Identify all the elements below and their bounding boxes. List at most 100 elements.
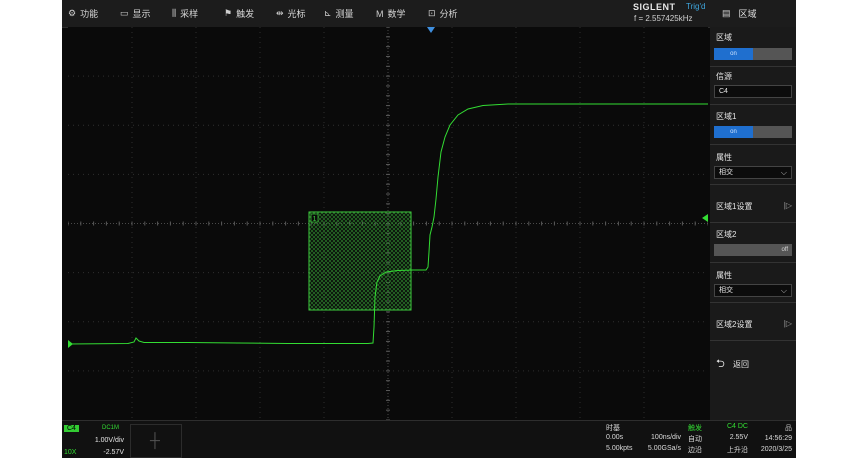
panel-header: ▤ 区域: [710, 0, 796, 27]
gear-icon: ⚙: [68, 8, 77, 18]
zone-settings-panel: 区域 on 信源 C4 区域1 on 属性 相交 ⌵ 区域1设置 |▷ 区域2 …: [710, 27, 796, 420]
zone1-settings-section[interactable]: 区域1设置 |▷: [710, 185, 796, 223]
channel-scale: 1.00V/div: [94, 437, 124, 444]
trigger-level: 2.55V: [729, 434, 748, 441]
channel-offset: -2.57V: [103, 449, 124, 456]
clock-info: 品 14:56:29 2020/3/25: [752, 423, 796, 457]
trigger-info[interactable]: 触发 C4 DC 自动 2.55V 边沿 上升沿: [684, 423, 750, 457]
chevron-down-icon: ⌵: [780, 286, 787, 295]
menu-math[interactable]: M 数学: [376, 0, 406, 27]
channel-coupling: DC1M: [102, 425, 120, 431]
bottom-status-bar: C4 DC1M 1.00V/div 10X -2.57V ┼ 时基 0.00s …: [62, 420, 796, 458]
zone1-label: 区域1: [716, 112, 737, 121]
zone2-attr-select[interactable]: 相交 ⌵: [714, 284, 792, 297]
waveform-graticule: 1: [68, 27, 708, 420]
timebase-title: 时基: [606, 425, 620, 432]
source-section: 信源 C4: [710, 67, 796, 105]
trigger-title: 触发: [688, 425, 702, 432]
zone2-label: 区域2: [716, 230, 737, 239]
zone1-attr-value: 相交: [719, 169, 733, 176]
analysis-icon: ⊡: [428, 8, 436, 18]
trigger-flag-icon: ⚑: [224, 8, 233, 18]
return-arrow-icon: ⮌: [716, 358, 725, 370]
menu-trigger[interactable]: ⚑ 触发: [224, 0, 254, 27]
chevron-right-icon: |▷: [783, 201, 792, 210]
zone1-settings-label: 区域1设置: [716, 202, 753, 211]
menu-label: 测量: [335, 9, 354, 19]
zone2-section: 区域2 off: [710, 223, 796, 263]
menu-utility[interactable]: ⚙ 功能: [68, 0, 98, 27]
acquire-icon: ⫼: [172, 8, 177, 18]
brand-status: SIGLENT Trig'd f = 2.557425kHz: [630, 2, 710, 26]
menu-label: 数学: [387, 9, 406, 19]
zone-label: 区域: [716, 33, 732, 42]
math-icon: M: [376, 8, 384, 19]
zone-toggle-state: on: [714, 48, 753, 60]
zone2-settings-section[interactable]: 区域2设置 |▷: [710, 303, 796, 341]
frequency-readout: f = 2.557425kHz: [634, 14, 693, 23]
zone2-toggle[interactable]: off: [714, 244, 792, 256]
panel-title: 区域: [738, 9, 757, 19]
zone1-box[interactable]: [308, 211, 412, 311]
menu-label: 显示: [132, 9, 151, 19]
menu-label: 光标: [287, 9, 306, 19]
zone-toggle[interactable]: on: [714, 48, 792, 60]
menu-label: 分析: [439, 9, 458, 19]
probe-ratio: 10X: [64, 449, 77, 456]
menu-label: 采样: [180, 9, 199, 19]
zone2-settings-button[interactable]: 区域2设置 |▷: [716, 319, 792, 330]
menu-display[interactable]: ▭ 显示: [120, 0, 151, 27]
brand-name: SIGLENT: [633, 2, 676, 12]
zone2-attr-section: 属性 相交 ⌵: [710, 263, 796, 303]
source-label: 信源: [716, 72, 732, 81]
channel-tag: C4: [64, 425, 79, 432]
zone1-section: 区域1 on: [710, 105, 796, 145]
menu-cursor[interactable]: ⇹ 光标: [276, 0, 306, 27]
network-icon: 品: [785, 425, 792, 432]
zone1-settings-button[interactable]: 区域1设置 |▷: [716, 201, 792, 212]
zone1-attr-section: 属性 相交 ⌵: [710, 145, 796, 185]
timebase-delay: 0.00s: [606, 434, 624, 441]
channel-c4-info[interactable]: C4 DC1M 1.00V/div 10X -2.57V: [64, 424, 124, 456]
zone1-attr-label: 属性: [716, 153, 732, 162]
menu-acquire[interactable]: ⫼ 采样: [172, 0, 198, 27]
zone2-attr-value: 相交: [719, 287, 733, 294]
menu-label: 触发: [236, 9, 255, 19]
display-icon: ▭: [120, 8, 129, 18]
zone-section: 区域 on: [710, 27, 796, 67]
zone2-attr-label: 属性: [716, 271, 732, 280]
oscilloscope-screen: ⚙ 功能 ▭ 显示 ⫼ 采样 ⚑ 触发 ⇹ 光标 ⊾ 测量 M 数学 ⊡ 分析: [62, 0, 796, 458]
zone1-toggle[interactable]: on: [714, 126, 792, 138]
trigger-slope: 上升沿: [727, 447, 748, 454]
zone1-label: 1: [313, 216, 317, 223]
source-select[interactable]: C4: [714, 85, 792, 98]
trigger-type: 边沿: [688, 447, 702, 454]
zone2-toggle-state: off: [781, 247, 788, 253]
top-menu-bar: ⚙ 功能 ▭ 显示 ⫼ 采样 ⚑ 触发 ⇹ 光标 ⊾ 测量 M 数学 ⊡ 分析: [62, 0, 796, 28]
chevron-right-icon: |▷: [783, 319, 792, 328]
sample-rate: 5.00GSa/s: [647, 445, 681, 452]
measure-icon: ⊾: [324, 8, 332, 18]
clock-time: 14:56:29: [764, 435, 792, 442]
back-section[interactable]: ⮌ 返回: [710, 341, 796, 381]
timebase-info[interactable]: 时基 0.00s 100ns/div 5.00kpts 5.00GSa/s: [606, 423, 684, 457]
trigger-mode: 自动: [688, 436, 702, 443]
memory-depth: 5.00kpts: [606, 445, 633, 452]
clock-date: 2020/3/25: [760, 446, 792, 453]
menu-list-icon: ▤: [722, 8, 731, 18]
trigger-status: Trig'd: [686, 2, 706, 11]
source-value: C4: [719, 88, 728, 95]
zone1-attr-select[interactable]: 相交 ⌵: [714, 166, 792, 179]
channel-add-slot[interactable]: ┼: [130, 424, 182, 458]
plus-icon: ┼: [150, 432, 160, 448]
back-button[interactable]: ⮌ 返回: [716, 355, 792, 374]
back-label: 返回: [733, 360, 750, 369]
menu-measure[interactable]: ⊾ 测量: [324, 0, 354, 27]
menu-label: 功能: [80, 9, 99, 19]
zone2-settings-label: 区域2设置: [716, 320, 753, 329]
cursor-icon: ⇹: [276, 8, 284, 18]
timebase-scale: 100ns/div: [651, 434, 681, 441]
zone1-toggle-state: on: [714, 126, 753, 138]
menu-analysis[interactable]: ⊡ 分析: [428, 0, 458, 27]
chevron-down-icon: ⌵: [780, 168, 787, 177]
